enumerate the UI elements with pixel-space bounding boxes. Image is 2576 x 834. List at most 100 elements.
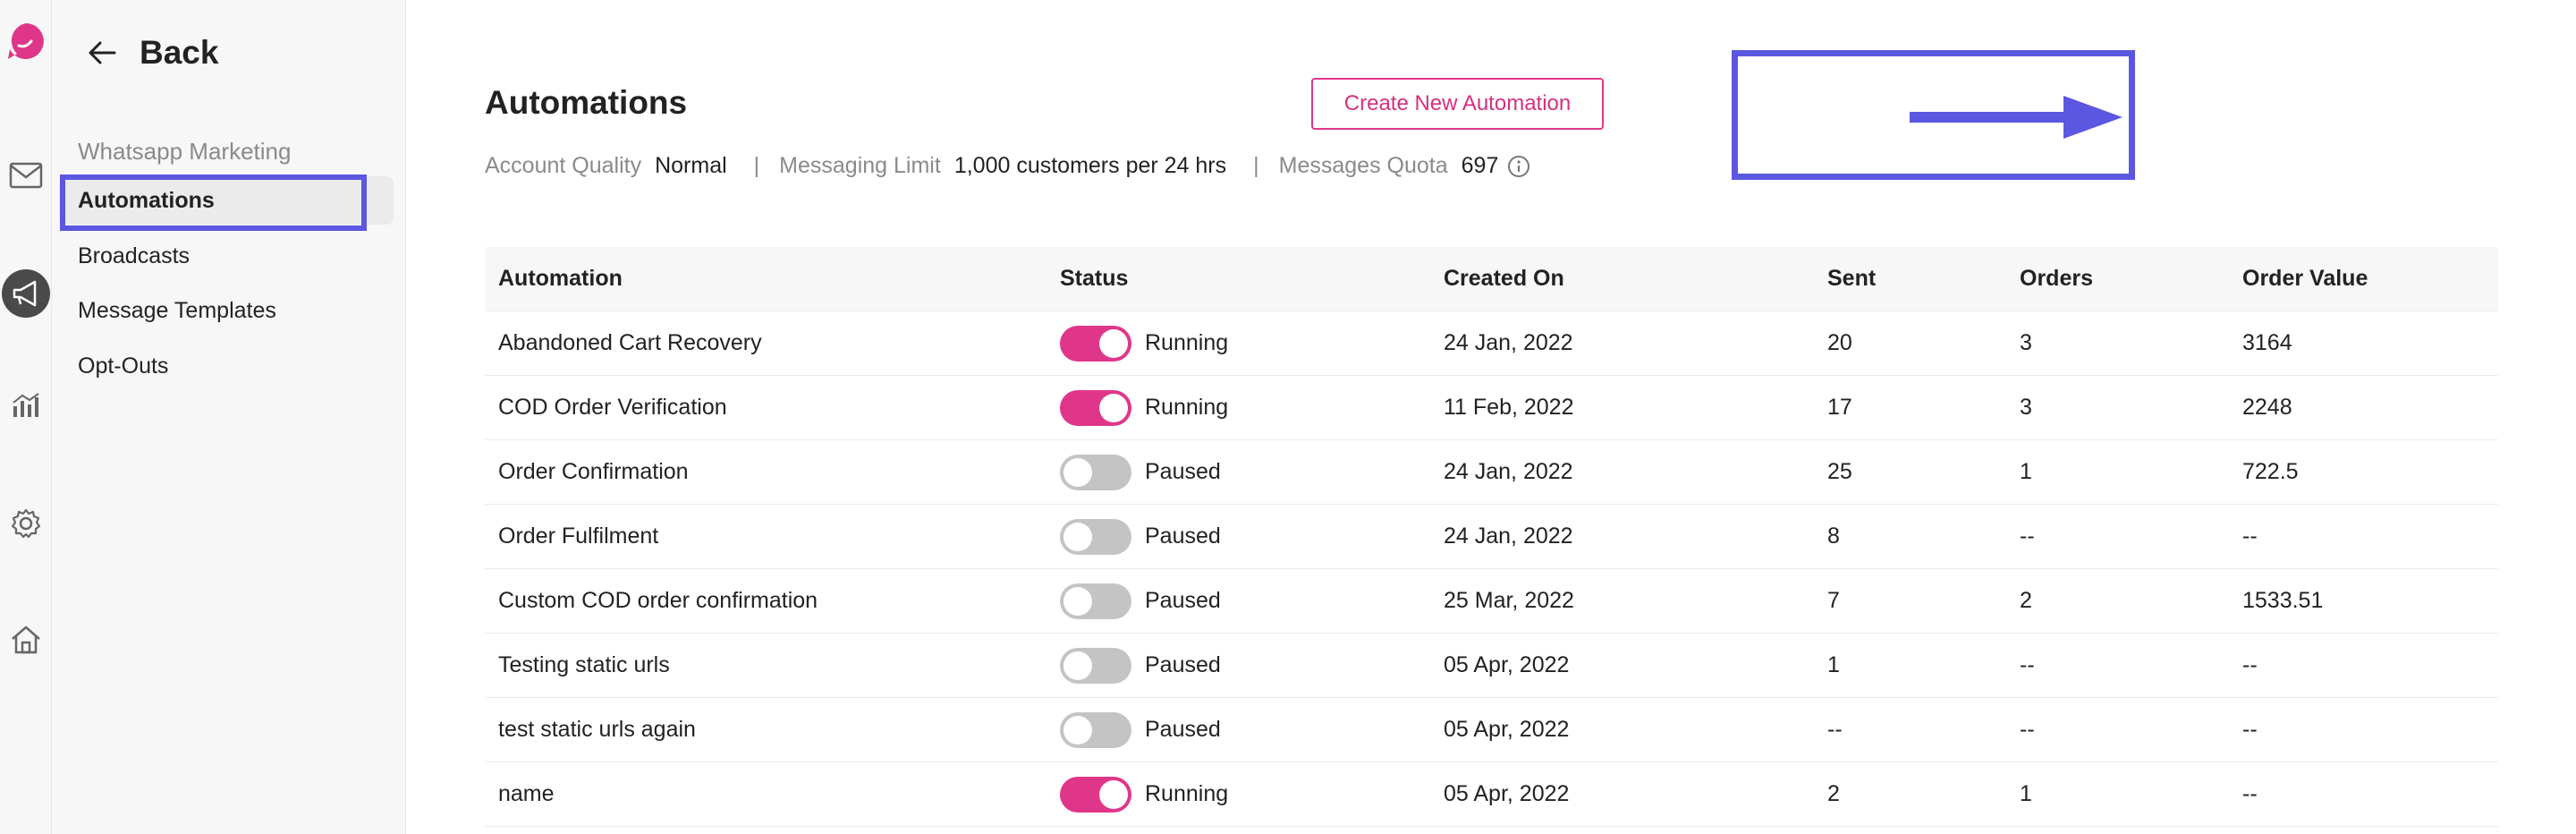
status-toggle[interactable] [1060,711,1131,748]
highlight-box-automations [60,174,367,231]
status-cell: Running [1060,389,1444,426]
table-header: Automation Status Created On Sent Orders… [485,247,2498,311]
icon-rail [0,0,52,834]
account-quality-label: Account Quality [485,153,642,178]
status-toggle[interactable] [1060,583,1131,619]
analytics-icon[interactable] [0,390,52,421]
messaging-limit-label: Messaging Limit [779,153,941,178]
mail-icon[interactable] [0,159,52,191]
table-row[interactable]: Testing static urls Paused 05 Apr, 2022 … [485,634,2498,698]
brand-logo-icon[interactable] [0,21,52,61]
arrow-right-icon [1910,96,2123,139]
messaging-limit-value: 1,000 customers per 24 hrs [953,153,1227,178]
orders-count: -- [2020,652,2035,677]
back-button[interactable]: Back [88,34,218,72]
status-toggle[interactable] [1060,647,1131,684]
messages-quota-value: 697 [1461,153,1499,178]
sidebar-item-message-templates[interactable]: Message Templates [78,298,276,324]
created-on: 24 Jan, 2022 [1444,523,1573,549]
status-cell: Paused [1060,583,1444,619]
automation-name[interactable]: test static urls again [485,717,1060,743]
separator: | [1253,153,1259,178]
column-header-status: Status [1060,266,1129,291]
page-title: Automations [485,84,688,121]
table-row[interactable]: Abandoned Cart Recovery Running 24 Jan, … [485,311,2498,376]
sidebar-item-broadcasts[interactable]: Broadcasts [78,243,190,269]
table-row[interactable]: COD Order Verification Running 11 Feb, 2… [485,376,2498,440]
create-new-automation-button[interactable]: Create New Automation [1311,78,1604,130]
table-row[interactable]: Order Fulfilment Paused 24 Jan, 2022 8 -… [485,505,2498,569]
messages-quota-label: Messages Quota [1278,153,1448,178]
column-header-order-value: Order Value [2242,266,2368,291]
status-cell: Paused [1060,647,1444,684]
table-row[interactable]: Custom COD order confirmation Paused 25 … [485,569,2498,634]
orders-count: -- [2020,523,2035,549]
sidebar: Back Whatsapp Marketing Automations Broa… [52,0,406,834]
status-toggle[interactable] [1060,776,1131,813]
sent-count: 20 [1827,330,1852,355]
status-text: Running [1145,781,1229,806]
created-on: 24 Jan, 2022 [1444,330,1573,355]
created-on: 05 Apr, 2022 [1444,717,1570,742]
status-toggle[interactable] [1060,518,1131,555]
order-value: -- [2242,652,2258,677]
separator: | [753,153,760,178]
status-toggle[interactable] [1060,454,1131,490]
home-icon[interactable] [0,623,52,657]
account-meta: Account Quality Normal | Messaging Limit… [485,153,1530,179]
created-on: 11 Feb, 2022 [1444,395,1574,420]
column-header-automation: Automation [498,266,623,291]
order-value: -- [2242,781,2258,806]
order-value: 1533.51 [2242,588,2324,613]
automation-name[interactable]: Abandoned Cart Recovery [485,330,1060,356]
table-row[interactable]: name Running 05 Apr, 2022 2 1 -- [485,762,2498,827]
column-header-created-on: Created On [1444,266,1564,291]
status-text: Running [1145,330,1229,355]
sent-count: -- [1827,717,1843,742]
sent-count: 17 [1827,395,1852,420]
column-header-sent: Sent [1827,266,1877,291]
info-icon[interactable] [1507,155,1530,178]
megaphone-icon[interactable] [0,268,52,319]
sent-count: 8 [1827,523,1840,549]
created-on: 24 Jan, 2022 [1444,459,1573,484]
automation-name[interactable]: Order Fulfilment [485,523,1060,549]
gear-icon[interactable] [0,506,52,540]
status-text: Paused [1145,717,1221,742]
table-row[interactable]: test static urls again Paused 05 Apr, 20… [485,698,2498,762]
status-toggle[interactable] [1060,325,1131,362]
order-value: -- [2242,717,2258,742]
status-cell: Running [1060,325,1444,362]
created-on: 05 Apr, 2022 [1444,652,1570,677]
automation-name[interactable]: name [485,781,1060,807]
sent-count: 25 [1827,459,1852,484]
orders-count: 3 [2020,330,2032,355]
main-content: Automations Account Quality Normal | Mes… [407,0,2576,834]
automation-name[interactable]: Order Confirmation [485,459,1060,485]
status-cell: Running [1060,776,1444,813]
sidebar-item-opt-outs[interactable]: Opt-Outs [78,353,168,379]
status-text: Paused [1145,523,1221,549]
order-value: -- [2242,523,2258,549]
created-on: 25 Mar, 2022 [1444,588,1574,613]
account-quality-value: Normal [655,153,727,178]
status-toggle[interactable] [1060,389,1131,426]
sent-count: 2 [1827,781,1840,806]
arrow-left-icon [89,41,116,64]
orders-count: 3 [2020,395,2032,420]
status-cell: Paused [1060,711,1444,748]
status-cell: Paused [1060,454,1444,490]
order-value: 722.5 [2242,459,2299,484]
automation-name[interactable]: COD Order Verification [485,395,1060,421]
automations-table: Automation Status Created On Sent Orders… [485,247,2498,827]
sent-count: 7 [1827,588,1840,613]
created-on: 05 Apr, 2022 [1444,781,1570,806]
automation-name[interactable]: Custom COD order confirmation [485,588,1060,614]
orders-count: 2 [2020,588,2032,613]
sidebar-section-title: Whatsapp Marketing [78,138,292,165]
automation-name[interactable]: Testing static urls [485,652,1060,678]
column-header-orders: Orders [2020,266,2093,291]
table-row[interactable]: Order Confirmation Paused 24 Jan, 2022 2… [485,440,2498,505]
sent-count: 1 [1827,652,1840,677]
order-value: 3164 [2242,330,2292,355]
